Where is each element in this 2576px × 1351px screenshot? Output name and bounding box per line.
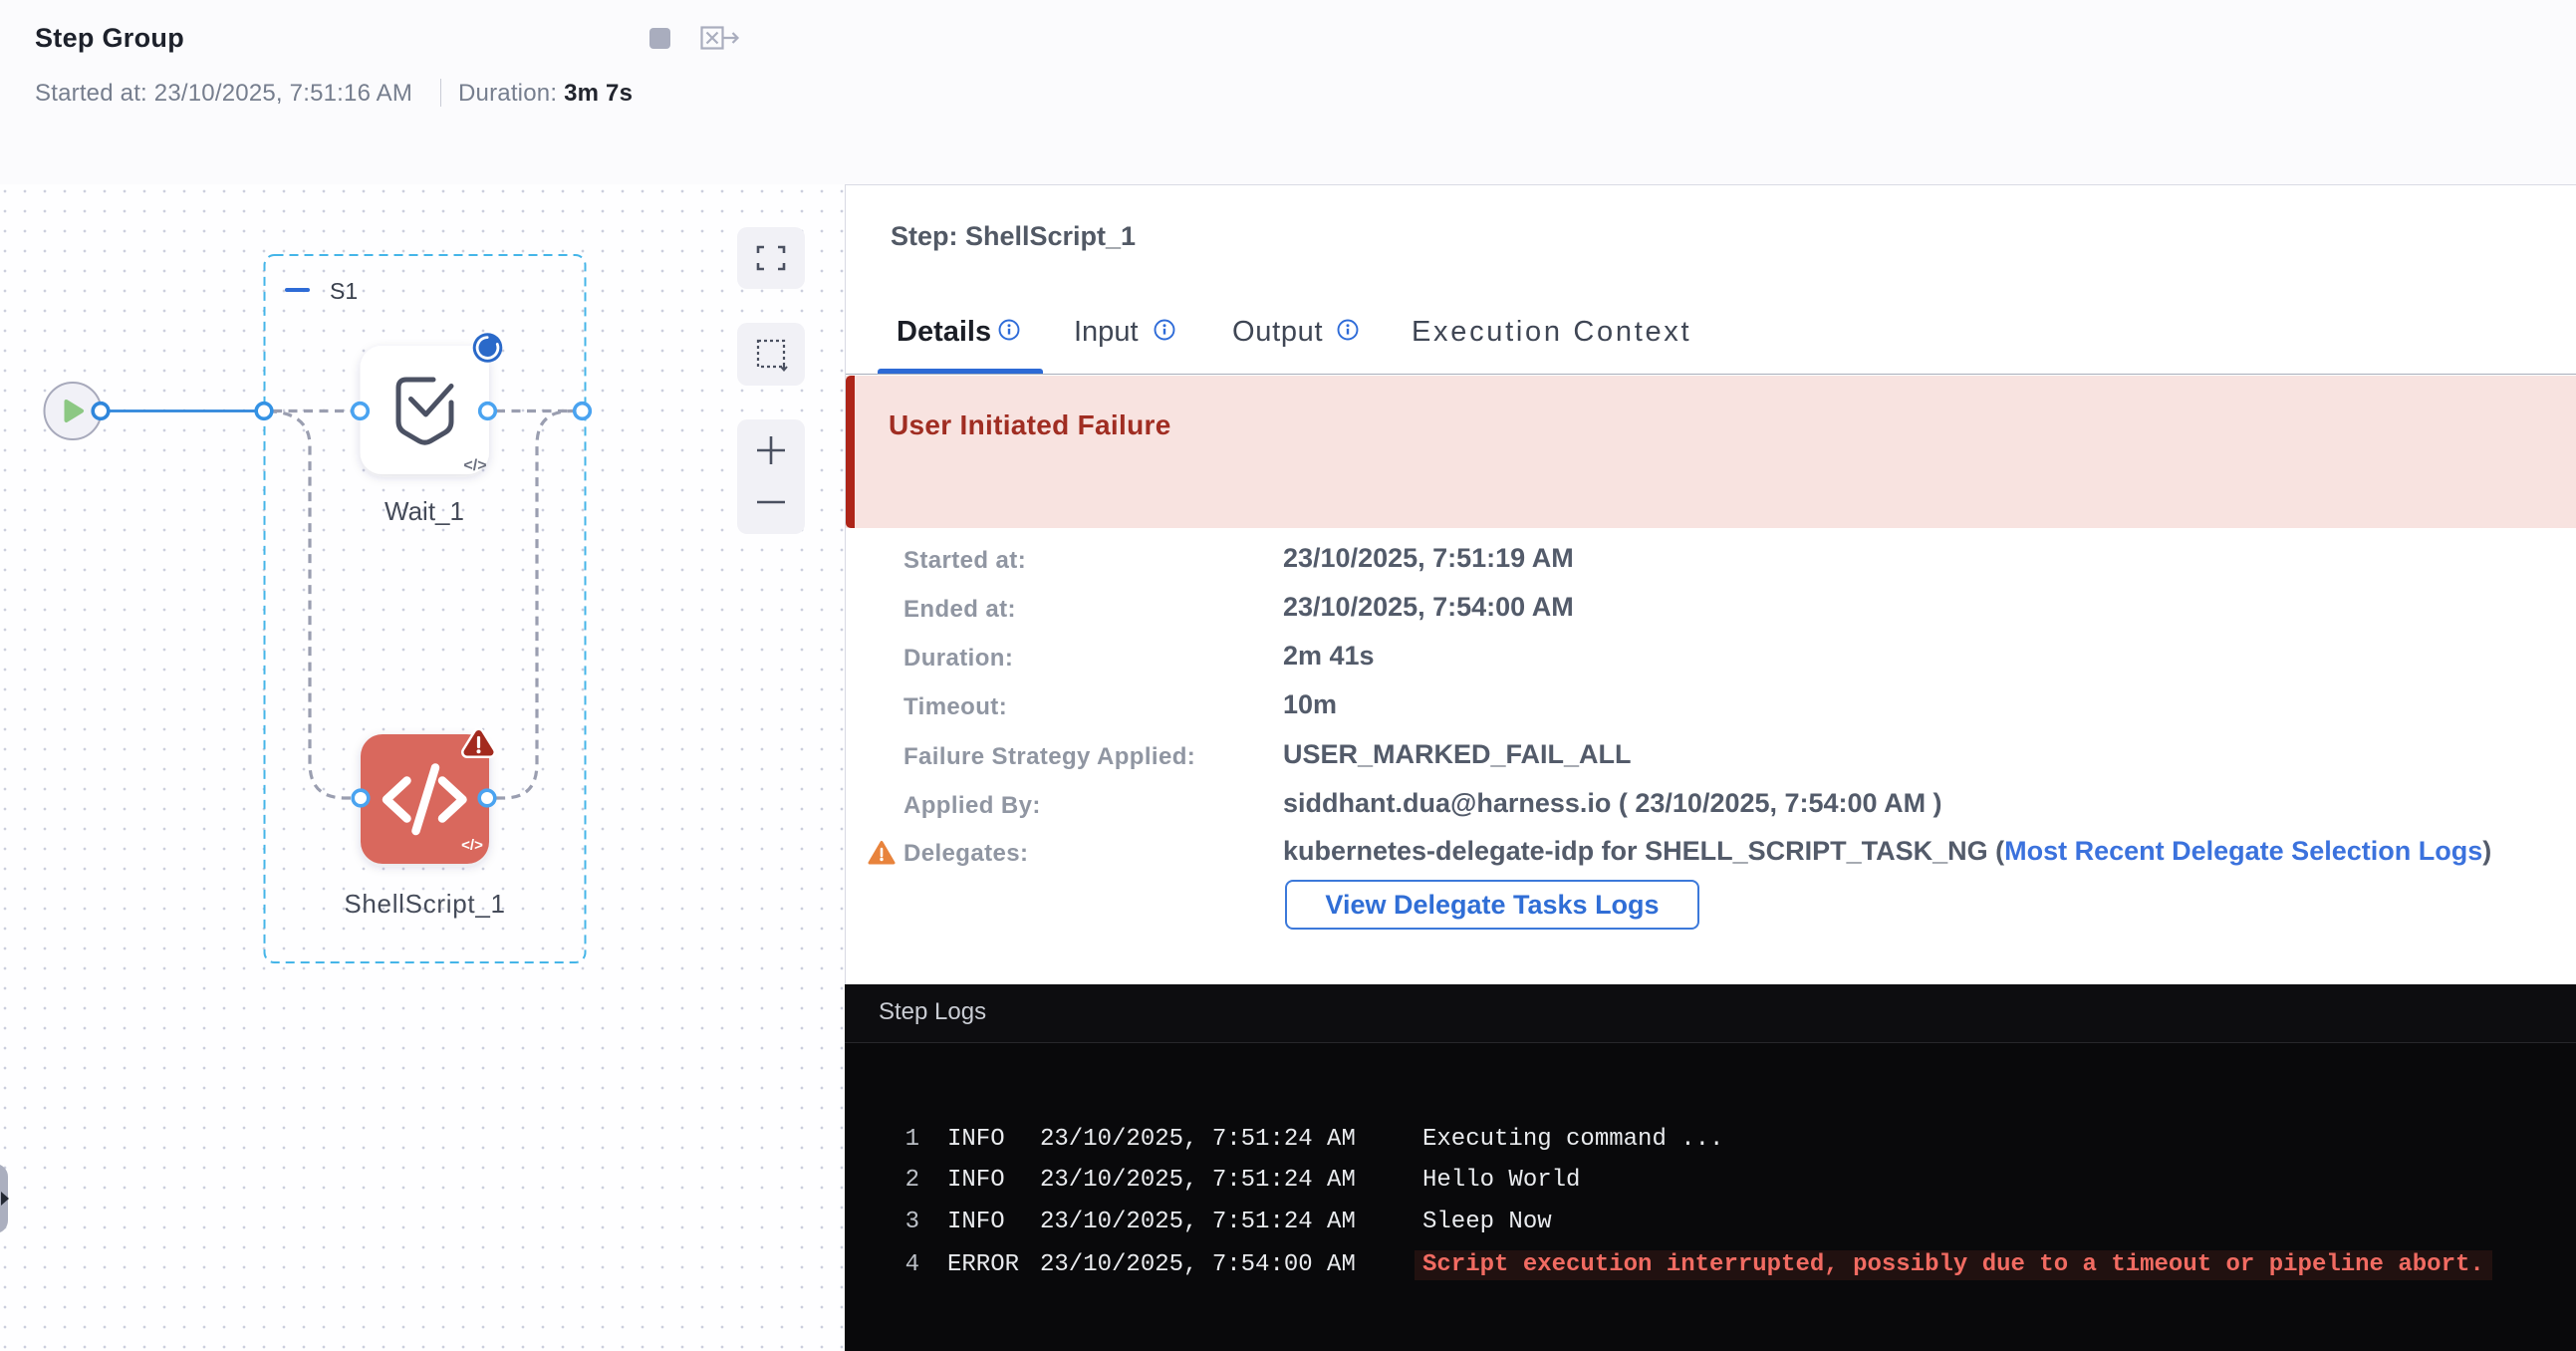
svg-text:ShellScript_1: ShellScript_1 (344, 889, 505, 919)
svg-text:S1: S1 (330, 278, 358, 304)
svg-text:</>: </> (463, 457, 486, 474)
svg-text:Wait_1: Wait_1 (385, 496, 464, 526)
svg-text:</>: </> (461, 837, 483, 854)
